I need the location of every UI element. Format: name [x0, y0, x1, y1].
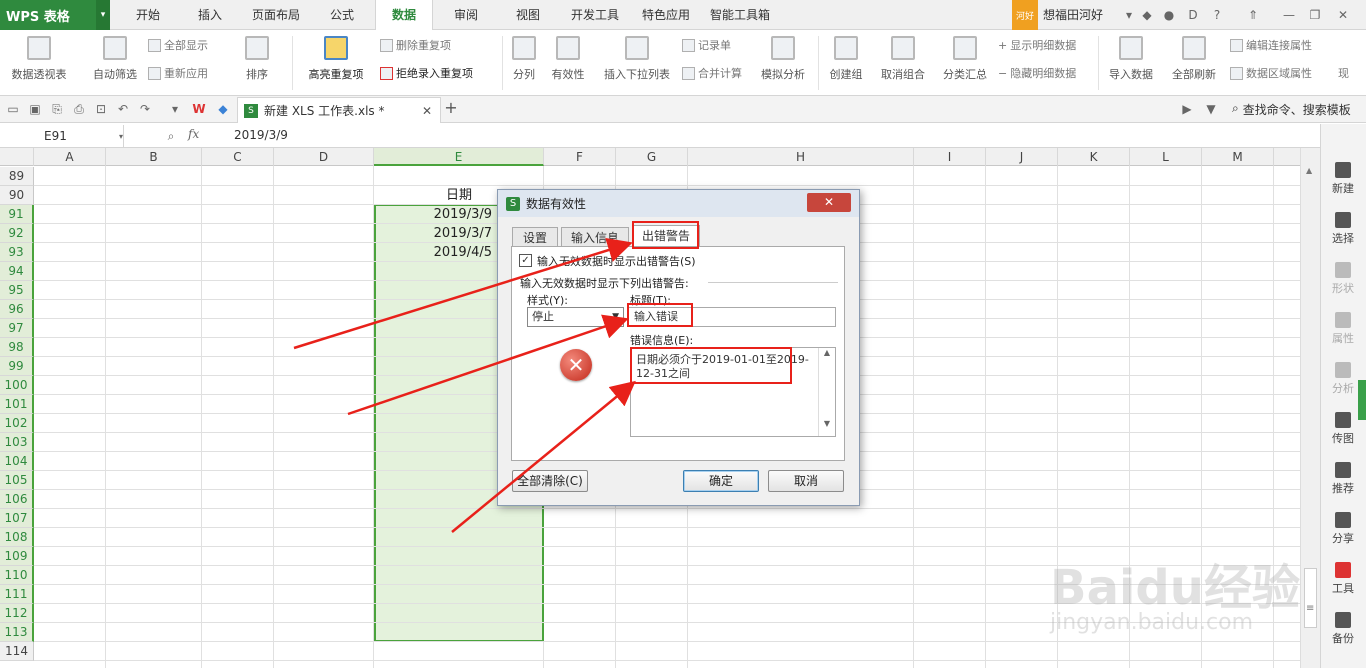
arrow-to-error-tab [293, 238, 633, 350]
watermark-brand: Baidu经验 [1050, 560, 1300, 616]
arrow-to-message [451, 380, 636, 533]
arrow-to-title [347, 314, 629, 416]
watermark-url: jingyan.baidu.com [1050, 610, 1254, 635]
